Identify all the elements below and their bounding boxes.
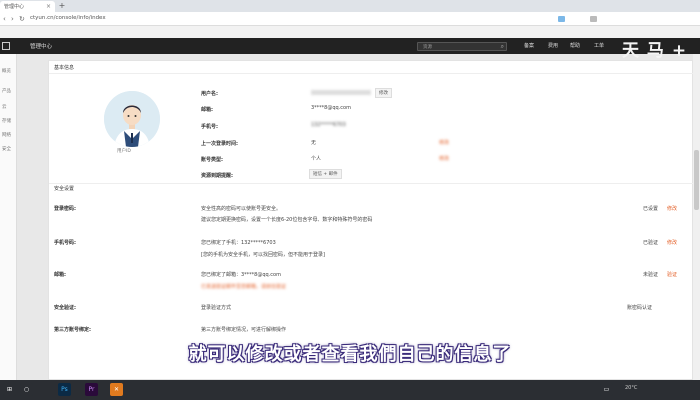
security-desc: 安全性高的密码可以使账号更安全。 [201, 206, 282, 212]
folder-icon[interactable]: ▭ [600, 383, 613, 396]
security-label-third-party: 第三方账号绑定: [54, 327, 92, 333]
back-icon[interactable]: ‹ [3, 15, 6, 23]
modify-link[interactable]: 修改 [439, 155, 449, 162]
email-notice: 已发送验证邮件至您邮箱，请前往验证 [201, 284, 287, 290]
section-title-basic: 基本信息 [54, 65, 75, 71]
search-placeholder: 资源 [423, 45, 432, 50]
security-desc: 第三方账号绑定情况，可进行解绑操作 [201, 327, 287, 333]
logo-icon [2, 42, 10, 50]
video-subtitle: 就可以修改或者查看我們自己的信息了 [188, 344, 512, 365]
scrollbar[interactable] [693, 54, 700, 380]
extension-icon[interactable] [558, 16, 565, 22]
security-desc: 登录验证方式 [201, 305, 232, 311]
field-label-account-type: 账号类型: [201, 157, 223, 163]
browser-tab[interactable]: 管理中心 × [0, 1, 55, 12]
extension-icon[interactable] [590, 16, 597, 22]
field-value-username [311, 90, 371, 95]
sidebar-item[interactable]: 网络 [2, 132, 11, 138]
scroll-thumb[interactable] [694, 150, 699, 210]
avatar-caption: 用户ID [117, 149, 131, 154]
field-value-phone: 132*****6703 [311, 122, 346, 128]
modify-link[interactable]: 修改 [439, 139, 449, 146]
field-value-account-type: 个人 [311, 156, 322, 162]
status-badge: 已设置 [643, 206, 659, 212]
status-badge: 账密码认证 [627, 305, 653, 311]
topnav-item[interactable]: 帮助 [570, 42, 580, 49]
ps-icon[interactable]: Ps [58, 383, 71, 396]
app-header: 管理中心 资源 ⌕ 备案 费用 帮助 工单 [0, 38, 700, 54]
security-label-email: 邮箱: [54, 272, 66, 278]
sidebar-item[interactable]: 安全 [2, 146, 11, 152]
sidebar-item[interactable]: 云 [2, 104, 7, 110]
sidebar-item[interactable]: 概览 [2, 68, 11, 74]
security-label-auth: 安全验证: [54, 305, 76, 311]
verify-email-link[interactable]: 验证 [667, 271, 677, 278]
field-value-last-login: 无 [311, 140, 317, 146]
expiry-reminder-value[interactable]: 短信 + 邮件 [309, 169, 342, 179]
field-value-email: 3****8@qq.com [311, 105, 351, 111]
security-desc: [您的手机为安全手机，可以找回密码，但不能用于登录] [201, 252, 325, 258]
change-password-link[interactable]: 修改 [667, 205, 677, 212]
address-bar[interactable]: ‹ › ↻ ctyun.cn/console/info/index [0, 12, 700, 26]
forward-icon[interactable]: › [11, 15, 14, 23]
field-label-expiry-reminder: 资源到期提醒: [201, 173, 234, 179]
pr-icon[interactable]: Pr [85, 383, 98, 396]
app-title[interactable]: 管理中心 [30, 42, 52, 50]
topnav-item[interactable]: 工单 [594, 42, 604, 49]
security-desc: 您已绑定了邮箱：3****8@qq.com [201, 272, 281, 278]
avatar[interactable] [104, 91, 160, 147]
divider [49, 183, 694, 184]
windows-icon[interactable]: ⊞ [3, 383, 16, 396]
field-label-last-login: 上一次登录时间: [201, 141, 239, 147]
user-avatar-icon [104, 91, 160, 147]
field-label-email: 邮箱: [201, 107, 213, 113]
security-desc: 您已绑定了手机：132*****6703 [201, 240, 276, 246]
topnav-item[interactable]: 备案 [524, 42, 534, 49]
close-icon[interactable]: × [46, 3, 51, 10]
sidebar-item[interactable]: 产品 [2, 88, 11, 94]
tab-title: 管理中心 [4, 4, 25, 10]
topnav-item[interactable]: 费用 [548, 42, 558, 49]
reload-icon[interactable]: ↻ [19, 15, 25, 23]
divider [49, 73, 694, 74]
os-taskbar: ⊞ ○ Ps Pr ✕ ▭ 20°C [0, 380, 700, 400]
url-text[interactable]: ctyun.cn/console/info/index [30, 15, 106, 21]
security-label-phone: 手机号码: [54, 240, 76, 246]
plus-icon[interactable]: + [57, 2, 67, 11]
search-icon[interactable]: ⌕ [501, 43, 504, 51]
tray-weather: 20°C [625, 385, 638, 391]
bookmarks-bar [0, 26, 700, 38]
edit-username-button[interactable]: 修改 [375, 88, 392, 98]
channel-watermark: 天 马 + [622, 41, 688, 61]
security-label-password: 登录密码: [54, 206, 76, 212]
status-badge: 未验证 [643, 272, 659, 278]
browser-tabbar: 管理中心 × + [0, 0, 700, 12]
app-icon[interactable]: ✕ [110, 383, 123, 396]
sidebar: 概览 产品 云 存储 网络 安全 [0, 54, 17, 380]
change-phone-link[interactable]: 修改 [667, 239, 677, 246]
field-label-username: 用户名: [201, 91, 218, 97]
section-title-security: 安全设置 [54, 186, 75, 192]
field-label-phone: 手机号: [201, 124, 218, 130]
status-badge: 已验证 [643, 240, 659, 246]
security-desc: 建议您定期更换密码，设置一个长度6-20位包含字母、数字和特殊符号的密码 [201, 217, 373, 223]
sidebar-item[interactable]: 存储 [2, 118, 11, 124]
main-panel: 基本信息 用户ID 用户名: 修改 邮箱: 3****8@qq.com 手机号:… [48, 60, 694, 380]
search-input[interactable]: 资源 ⌕ [417, 42, 507, 51]
search-icon[interactable]: ○ [20, 383, 33, 396]
